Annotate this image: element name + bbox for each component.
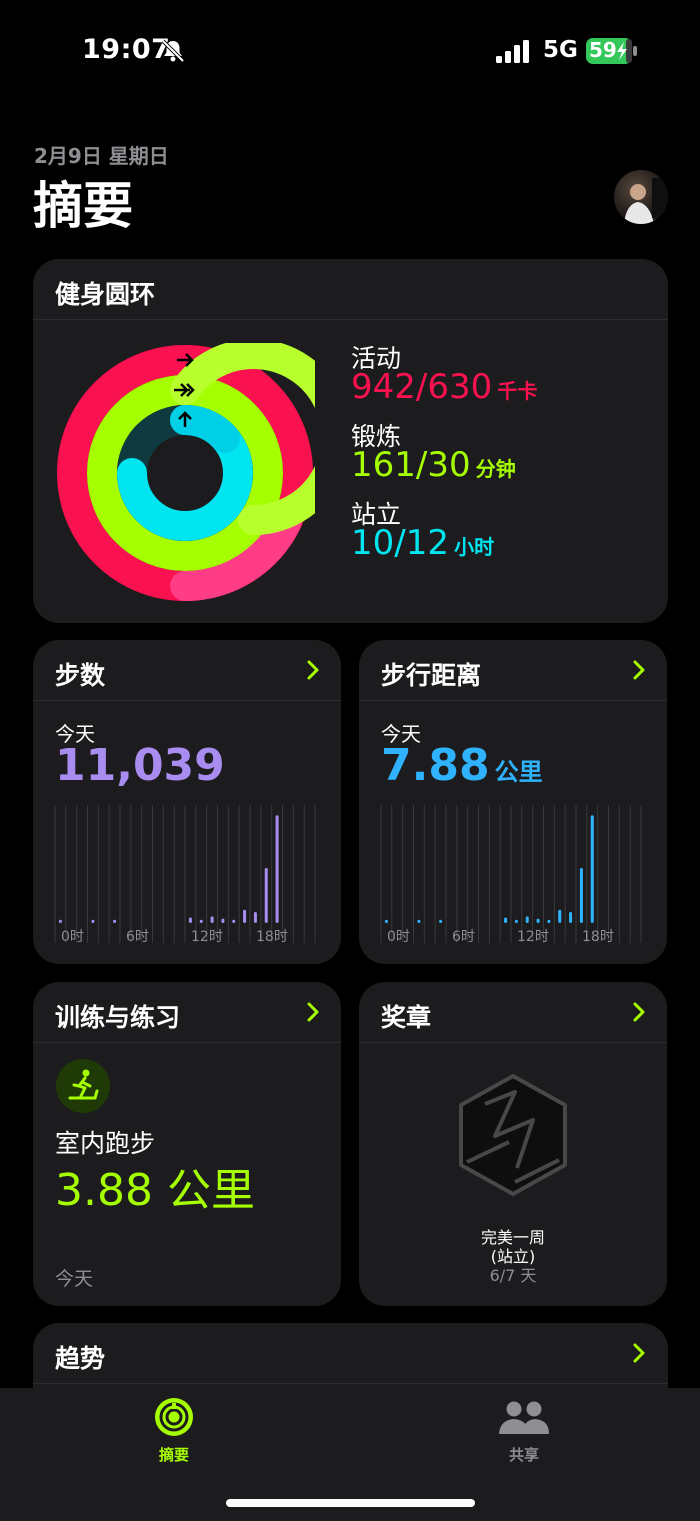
award-badge-icon[interactable]	[455, 1072, 571, 1198]
chevron-right-icon[interactable]	[631, 658, 647, 682]
award-title: 完美一周 (站立) 6/7 天	[359, 1228, 667, 1285]
hour-bar	[579, 868, 583, 923]
home-indicator[interactable]	[226, 1499, 475, 1507]
steps-value: 11,039	[55, 740, 225, 791]
status-time: 19:07	[82, 34, 171, 65]
hour-bar	[525, 916, 529, 923]
hour-bar	[590, 815, 594, 923]
hour-bar	[417, 919, 421, 923]
divider	[33, 319, 668, 320]
chevron-right-icon[interactable]	[631, 1341, 647, 1365]
workouts-card[interactable]: 训练与练习 室内跑步 3.88 公里 今天	[33, 982, 341, 1306]
card-title: 健身圆环	[55, 280, 156, 309]
page-title: 摘要	[33, 177, 133, 235]
hour-tick-label: 0时	[61, 929, 84, 945]
divider	[33, 1383, 668, 1384]
divider	[359, 700, 667, 701]
divider	[33, 700, 341, 701]
hour-bar	[536, 918, 540, 923]
hour-bar	[558, 909, 562, 923]
card-title: 步行距离	[381, 661, 482, 690]
stand-value: 10/12	[351, 523, 449, 563]
hour-bar	[504, 917, 508, 923]
hour-tick-label: 6时	[126, 929, 149, 945]
hour-bar	[210, 916, 214, 923]
distance-stat: 7.88 公里	[381, 740, 543, 791]
hour-bar	[275, 815, 279, 923]
tab-sharing[interactable]: 共享	[474, 1398, 574, 1478]
steps-card[interactable]: 步数 今天 11,039 0时 6时 12时 18时	[33, 640, 341, 964]
tab-label: 共享	[508, 1446, 539, 1464]
battery-percent: 59	[589, 38, 617, 62]
card-title: 趋势	[55, 1344, 106, 1373]
workout-value: 3.88 公里	[55, 1165, 255, 1216]
distance-unit: 公里	[494, 758, 543, 786]
card-title: 训练与练习	[55, 1003, 181, 1032]
hour-tick-label: 12时	[517, 929, 549, 945]
hour-bar	[232, 919, 236, 923]
exercise-unit: 分钟	[475, 457, 516, 481]
hour-bar	[253, 912, 257, 923]
award-subtitle: (站立)	[490, 1247, 536, 1266]
divider	[33, 1042, 341, 1043]
hour-bar	[264, 868, 268, 923]
awards-card[interactable]: 奖章 完美一周 (站立) 6/7 天	[359, 982, 667, 1306]
hour-bar	[221, 918, 225, 923]
hour-bar	[384, 919, 388, 923]
stand-stat: 10/12 小时	[351, 523, 494, 563]
card-title: 步数	[55, 661, 106, 690]
avatar[interactable]	[614, 170, 668, 224]
hour-tick-label: 0时	[387, 929, 410, 945]
move-stat: 942/630 千卡	[351, 367, 537, 407]
hour-tick-label: 6时	[452, 929, 475, 945]
header-date: 2月9日 星期日	[34, 144, 169, 168]
hour-tick-label: 12时	[191, 929, 223, 945]
hour-bar	[514, 919, 518, 923]
chevron-right-icon[interactable]	[305, 1000, 321, 1024]
distance-card[interactable]: 步行距离 今天 7.88 公里 0时 6时 12时 18时	[359, 640, 667, 964]
divider	[359, 1042, 667, 1043]
activity-rings	[57, 343, 315, 601]
chevron-right-icon[interactable]	[305, 658, 321, 682]
award-name: 完美一周	[480, 1228, 545, 1247]
hour-bar	[188, 917, 192, 923]
exercise-stat: 161/30 分钟	[351, 445, 516, 485]
treadmill-icon	[56, 1059, 110, 1113]
move-value: 942/630	[351, 367, 493, 407]
chevron-right-icon[interactable]	[631, 1000, 647, 1024]
hour-bar	[113, 919, 117, 923]
workout-date: 今天	[55, 1268, 94, 1290]
card-title: 奖章	[381, 1003, 432, 1032]
tab-summary[interactable]: 摘要	[124, 1398, 224, 1478]
bell-slash-icon	[161, 39, 185, 63]
award-progress: 6/7 天	[489, 1266, 537, 1285]
hour-bar	[91, 919, 95, 923]
exercise-value: 161/30	[351, 445, 471, 485]
hour-bar	[243, 909, 247, 923]
hour-tick-label: 18时	[582, 929, 614, 945]
activity-rings-card[interactable]: 健身圆环 活动 942/630 千卡 锻炼 161/30 分钟 站立 10/12…	[33, 259, 668, 623]
hour-bar	[569, 912, 573, 923]
cellular-signal-icon	[496, 40, 529, 63]
tab-label: 摘要	[158, 1446, 189, 1464]
hour-bar	[547, 919, 551, 923]
hour-bar	[439, 919, 443, 923]
network-type: 5G	[543, 37, 578, 63]
distance-hourly-chart: 0时 6时 12时 18时	[380, 805, 642, 945]
hour-tick-label: 18时	[256, 929, 288, 945]
hour-bar	[58, 919, 62, 923]
move-unit: 千卡	[497, 379, 538, 403]
distance-value: 7.88	[381, 740, 490, 791]
stand-unit: 小时	[454, 535, 495, 559]
activity-rings-icon	[155, 1398, 193, 1436]
steps-hourly-chart: 0时 6时 12时 18时	[54, 805, 316, 945]
hour-bar	[199, 919, 203, 923]
people-icon	[499, 1401, 549, 1434]
